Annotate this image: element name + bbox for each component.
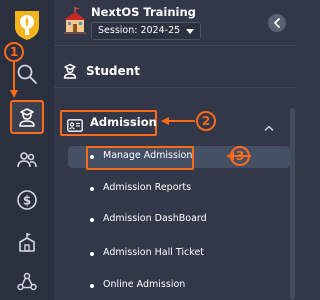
school-name: NextOS Training: [91, 5, 196, 19]
logo-icon[interactable]: [4, 2, 50, 46]
section-header-student: Student: [54, 56, 296, 88]
submenu-item-label: Online Admission: [103, 279, 186, 290]
people-icon[interactable]: [7, 142, 47, 178]
submenu-item-label: Admission Reports: [103, 182, 192, 193]
section-title: Student: [86, 64, 140, 78]
chevron-left-icon: [274, 18, 280, 28]
collapse-sidebar-button[interactable]: [268, 14, 286, 32]
menu-item-admission[interactable]: Admission: [60, 110, 157, 136]
student-icon: [63, 63, 77, 79]
bullet-icon: [90, 252, 94, 256]
session-value: Session: 2024-25: [98, 25, 181, 36]
bullet-icon: [90, 284, 94, 288]
chevron-down-icon: [186, 29, 194, 34]
id-card-icon: [67, 117, 83, 132]
session-select[interactable]: Session: 2024-25: [91, 22, 201, 40]
bullet-icon: [90, 187, 94, 191]
dollar-icon[interactable]: $: [7, 182, 47, 218]
chevron-up-icon[interactable]: [264, 117, 274, 131]
school-building-icon: [62, 6, 88, 36]
submenu-item-admission-hall-ticket[interactable]: Admission Hall Ticket: [68, 243, 290, 265]
student-icon[interactable]: [10, 100, 44, 134]
menu-item-admission-label: Admission: [90, 115, 157, 129]
panel-header: NextOS Training Session: 2024-25: [54, 0, 296, 46]
submenu-item-label: Admission DashBoard: [103, 213, 207, 224]
highlight-frame-manage-admission: [86, 146, 194, 170]
submenu-item-online-admission[interactable]: Online Admission: [68, 275, 290, 297]
school-building-icon[interactable]: [7, 224, 47, 260]
submenu-item-admission-dashboard[interactable]: Admission DashBoard: [68, 209, 290, 231]
step-1-callout: 1: [4, 42, 24, 62]
scrollbar[interactable]: [290, 108, 295, 300]
submenu-item-admission-reports[interactable]: Admission Reports: [68, 178, 290, 200]
bullet-icon: [90, 218, 94, 222]
network-icon[interactable]: [7, 264, 47, 300]
step-3-callout: 3: [230, 146, 250, 166]
step-2-callout: 2: [196, 111, 216, 131]
submenu-item-label: Admission Hall Ticket: [103, 247, 205, 258]
svg-text:$: $: [23, 194, 31, 208]
